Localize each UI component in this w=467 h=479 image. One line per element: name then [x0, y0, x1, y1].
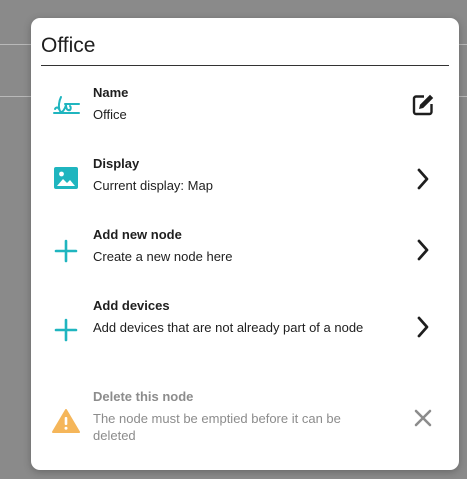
name-row[interactable]: Name Office — [41, 84, 449, 130]
add-new-node-description: Create a new node here — [93, 249, 233, 264]
warning-icon — [51, 406, 81, 436]
display-label: Display — [93, 156, 140, 171]
node-options-dialog: Office Name Office Display Current displ… — [31, 18, 459, 470]
title-divider — [41, 65, 449, 66]
signature-icon — [51, 90, 81, 120]
delete-node-label: Delete this node — [93, 389, 194, 404]
image-icon — [51, 163, 81, 193]
name-value: Office — [93, 107, 127, 122]
chevron-right-icon[interactable] — [411, 167, 435, 191]
name-label: Name — [93, 85, 129, 100]
plus-icon — [51, 236, 81, 266]
plus-icon — [51, 315, 81, 345]
edit-icon[interactable] — [411, 93, 435, 117]
chevron-right-icon[interactable] — [411, 238, 435, 262]
close-icon — [411, 406, 435, 430]
add-devices-label: Add devices — [93, 298, 170, 313]
dialog-title: Office — [41, 34, 96, 57]
add-new-node-label: Add new node — [93, 227, 182, 242]
add-devices-description: Add devices that are not already part of… — [93, 320, 364, 335]
add-devices-row[interactable]: Add devices Add devices that are not alr… — [41, 297, 449, 363]
display-value: Current display: Map — [93, 178, 213, 193]
delete-node-description: The node must be emptied before it can b… — [93, 411, 341, 443]
display-row[interactable]: Display Current display: Map — [41, 155, 449, 201]
chevron-right-icon[interactable] — [411, 315, 435, 339]
delete-node-row: Delete this node The node must be emptie… — [41, 388, 449, 454]
add-new-node-row[interactable]: Add new node Create a new node here — [41, 226, 449, 272]
